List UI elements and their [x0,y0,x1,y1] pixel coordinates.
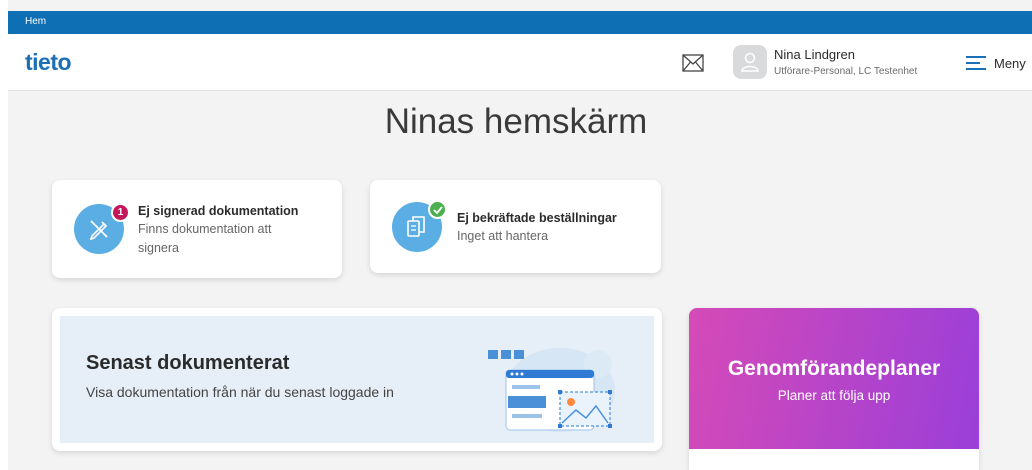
user-name[interactable]: Nina Lindgren [774,47,855,62]
plans-title: Genomförandeplaner [727,357,941,380]
unsigned-documentation-card[interactable]: 1 Ej signerad dokumentation Finns dokume… [52,180,342,278]
breadcrumb-home[interactable]: Hem [25,16,46,27]
plans-subtitle: Planer att följa upp [777,388,891,403]
mail-icon[interactable] [682,54,704,72]
check-icon [432,205,443,214]
unsigned-doc-subtitle-2: signera [138,241,179,255]
page-title: Ninas hemskärm [384,102,648,141]
menu-button[interactable]: Meny [966,53,1026,73]
documentation-illustration [488,348,615,432]
unconfirmed-orders-card[interactable]: Ej bekräftade beställningar Inget att ha… [370,180,661,273]
latest-documented-title: Senast dokumenterat [86,352,290,374]
header: tieto Nina Lindgren Utförare-Personal, L… [8,34,1032,91]
menu-label: Meny [994,55,1026,71]
latest-documented-subtitle: Visa dokumentation från när du senast lo… [86,384,394,400]
pen-cross-icon [89,220,108,241]
documents-icon [407,216,425,237]
orders-subtitle: Inget att hantera [457,229,549,243]
check-badge [428,200,447,219]
implementation-plans-card[interactable]: Genomförandeplaner Planer att följa upp [689,308,979,470]
unsigned-doc-subtitle-1: Finns dokumentation att [138,222,272,236]
unsigned-doc-title: Ej signerad dokumentation [138,204,299,218]
avatar[interactable] [733,45,767,79]
user-icon [741,52,759,72]
app-frame: Hem tieto Nina Lindgren Utförare-Persona… [8,0,1032,470]
notification-badge: 1 [111,203,130,222]
user-role: Utförare-Personal, LC Testenhet [774,66,918,77]
plans-body [689,449,979,470]
latest-documented-card[interactable] [52,308,662,451]
logo[interactable]: tieto [25,49,72,76]
orders-title: Ej bekräftade beställningar [457,211,617,225]
latest-documented-panel [60,316,654,443]
breadcrumb-bar: Hem [8,11,1032,34]
hamburger-icon [966,56,986,70]
